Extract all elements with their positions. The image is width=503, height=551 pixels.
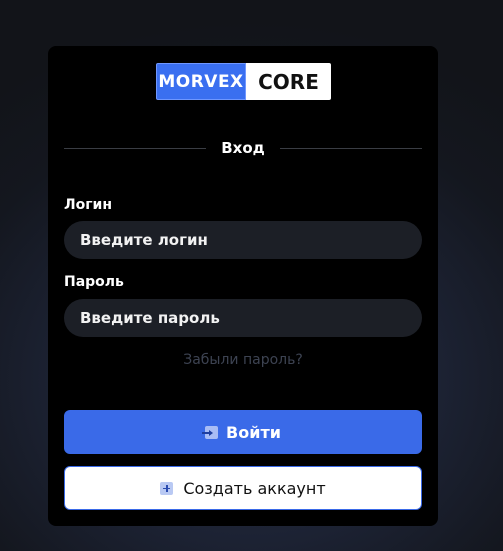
logo: MORVEX CORE <box>156 63 331 100</box>
divider-right <box>280 148 422 149</box>
login-icon <box>202 425 219 439</box>
plus-icon <box>160 481 174 495</box>
login-input[interactable] <box>64 221 422 259</box>
create-account-button[interactable]: Создать аккаунт <box>64 466 422 510</box>
form-title: Вход <box>221 139 265 157</box>
password-label: Пароль <box>64 274 124 290</box>
login-label: Логин <box>64 197 113 213</box>
create-account-label: Создать аккаунт <box>183 478 326 498</box>
login-button[interactable]: Войти <box>64 410 422 454</box>
divider-left <box>64 148 206 149</box>
forgot-password-link[interactable]: Забыли пароль? <box>48 352 438 368</box>
login-button-label: Войти <box>226 422 281 442</box>
logo-core: CORE <box>246 63 331 100</box>
logo-morvex: MORVEX <box>156 63 246 100</box>
password-input[interactable] <box>64 299 422 337</box>
login-card: MORVEX CORE Вход Логин Пароль Забыли пар… <box>48 46 438 526</box>
